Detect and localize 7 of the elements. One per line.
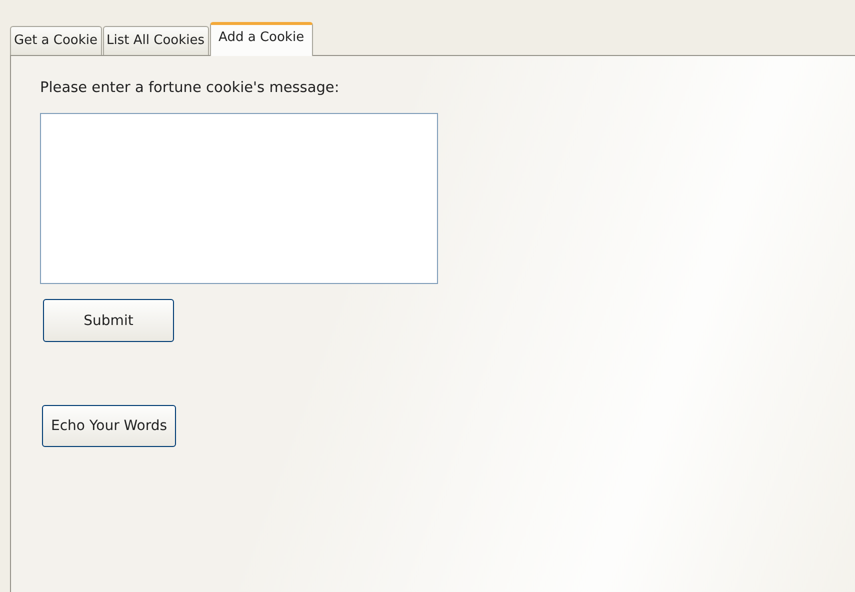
tab[interactable]: List All Cookies [102,26,209,55]
echo-button[interactable]: Echo Your Words [42,405,176,447]
message-field[interactable] [40,113,438,284]
tab[interactable]: Get a Cookie [10,26,102,55]
submit-button[interactable]: Submit [43,299,174,342]
prompt-label: Please enter a fortune cookie's message: [40,79,340,98]
tab[interactable]: Add a Cookie [210,22,314,56]
